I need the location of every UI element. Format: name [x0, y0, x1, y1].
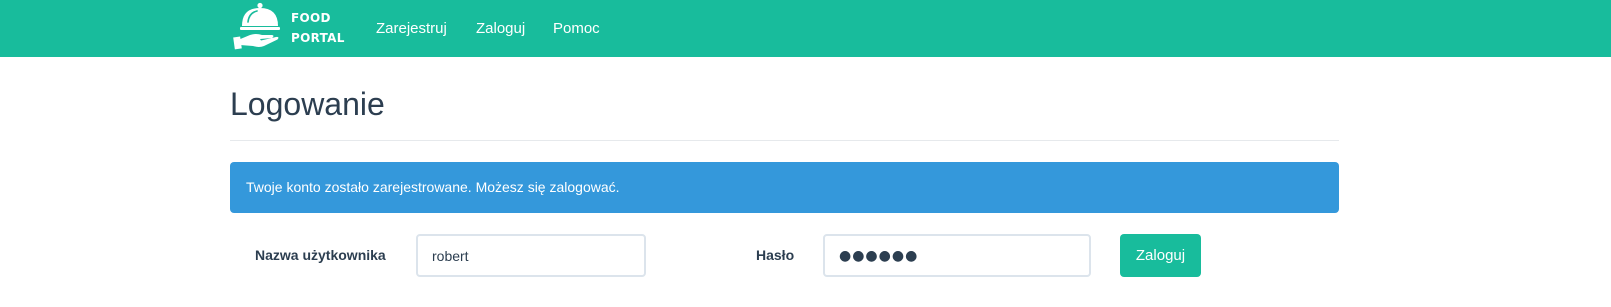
- nav-link-pomoc[interactable]: Pomoc: [553, 0, 600, 57]
- brand-line-1: FOOD: [291, 11, 331, 25]
- cloche-icon: [233, 2, 280, 50]
- title-divider: [230, 140, 1339, 141]
- brand-line-2: PORTAL: [291, 31, 345, 45]
- brand-logo-link[interactable]: FOOD PORTAL: [232, 0, 352, 57]
- nav-link-zarejestruj[interactable]: Zarejestruj: [376, 0, 447, 57]
- alert-message: Twoje konto zostało zarejestrowane. Może…: [246, 179, 620, 195]
- username-label: Nazwa użytkownika: [255, 247, 386, 263]
- nav-link-zaloguj[interactable]: Zaloguj: [476, 0, 525, 57]
- password-input[interactable]: [823, 234, 1091, 277]
- login-button[interactable]: Zaloguj: [1120, 234, 1201, 277]
- page-title: Logowanie: [230, 86, 385, 122]
- username-input[interactable]: [416, 234, 646, 277]
- success-alert: Twoje konto zostało zarejestrowane. Może…: [230, 162, 1339, 213]
- brand-text: FOOD PORTAL: [291, 8, 345, 48]
- navbar: FOOD PORTAL Zarejestruj Zaloguj Pomoc: [0, 0, 1611, 57]
- password-label: Hasło: [756, 247, 795, 263]
